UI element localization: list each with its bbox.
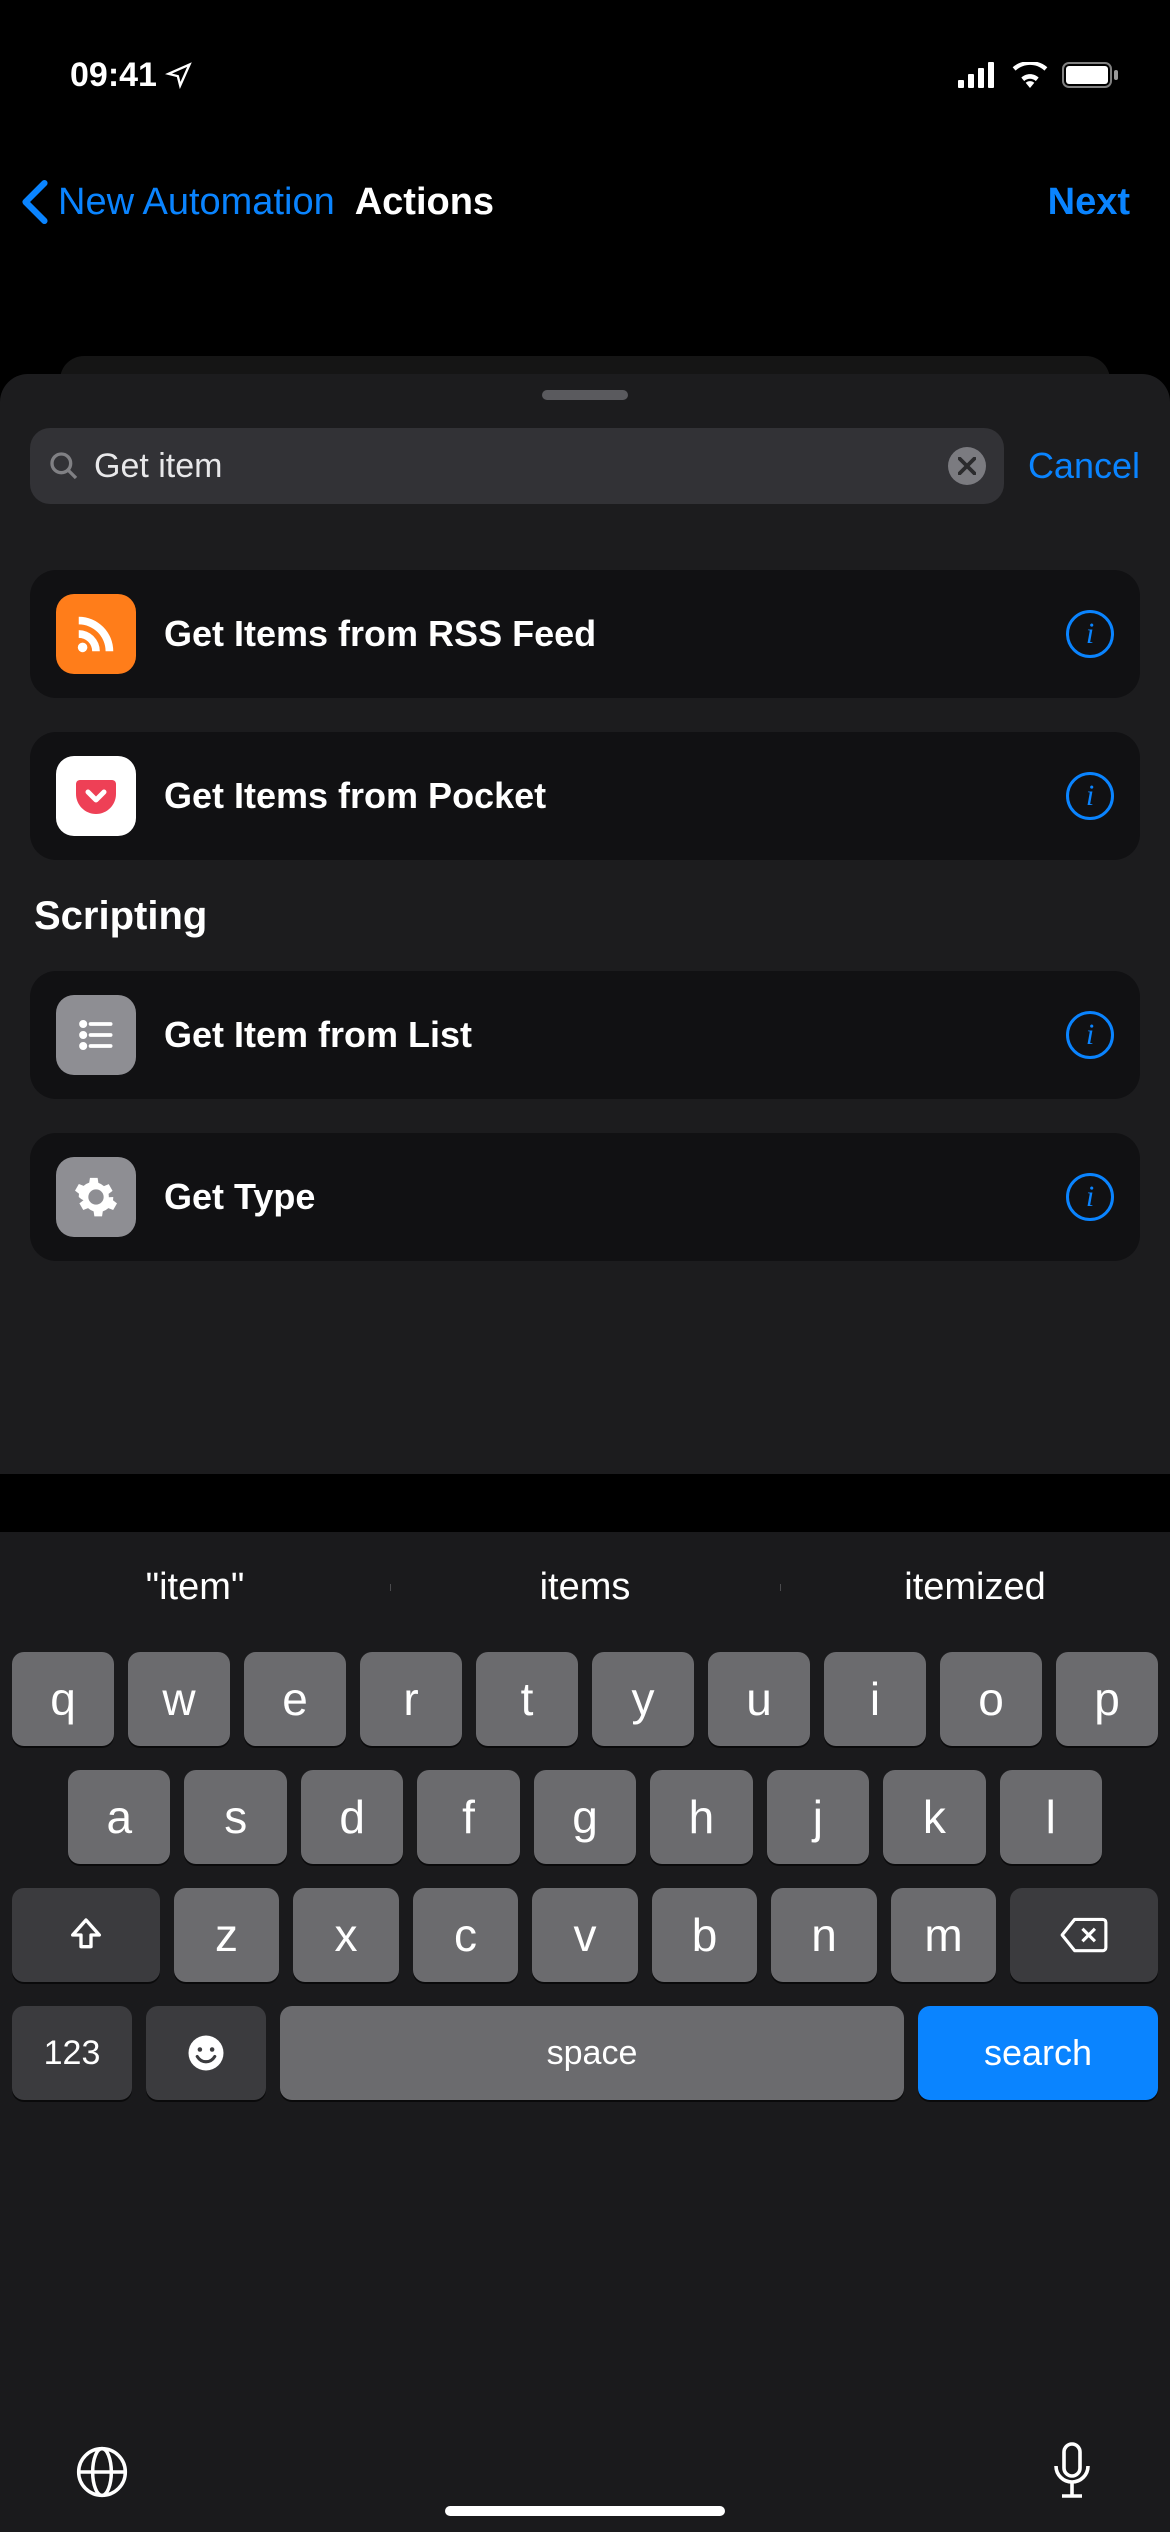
page-title: Actions xyxy=(355,181,494,224)
key-j[interactable]: j xyxy=(767,1770,869,1864)
search-icon xyxy=(48,450,80,482)
emoji-key[interactable] xyxy=(146,2006,266,2100)
key-q[interactable]: q xyxy=(12,1652,114,1746)
key-u[interactable]: u xyxy=(708,1652,810,1746)
list-icon xyxy=(56,995,136,1075)
rss-icon xyxy=(56,594,136,674)
key-g[interactable]: g xyxy=(534,1770,636,1864)
action-label: Get Item from List xyxy=(164,1014,1066,1056)
action-label: Get Type xyxy=(164,1176,1066,1218)
info-button[interactable]: i xyxy=(1066,1173,1114,1221)
key-n[interactable]: n xyxy=(771,1888,877,1982)
location-arrow-icon xyxy=(165,61,193,89)
sheet-grabber[interactable] xyxy=(542,390,628,400)
suggestion-2[interactable]: items xyxy=(390,1566,780,1609)
status-icons xyxy=(958,62,1120,88)
key-x[interactable]: x xyxy=(293,1888,399,1982)
key-p[interactable]: p xyxy=(1056,1652,1158,1746)
action-label: Get Items from RSS Feed xyxy=(164,613,1066,655)
section-header-scripting: Scripting xyxy=(34,894,1136,939)
key-o[interactable]: o xyxy=(940,1652,1042,1746)
suggestion-3[interactable]: itemized xyxy=(780,1566,1170,1609)
actions-sheet: Cancel Get Items from RSS Feed i Get Ite… xyxy=(0,374,1170,1474)
status-bar: 09:41 xyxy=(0,0,1170,120)
info-button[interactable]: i xyxy=(1066,1011,1114,1059)
key-r[interactable]: r xyxy=(360,1652,462,1746)
nav-bar: New Automation Actions Next xyxy=(0,120,1170,264)
action-row-pocket[interactable]: Get Items from Pocket i xyxy=(30,732,1140,860)
gear-icon xyxy=(56,1157,136,1237)
back-label: New Automation xyxy=(58,181,335,224)
suggestion-bar: "item" items itemized xyxy=(0,1532,1170,1642)
action-row-get-item-from-list[interactable]: Get Item from List i xyxy=(30,971,1140,1099)
clear-search-button[interactable] xyxy=(948,447,986,485)
key-t[interactable]: t xyxy=(476,1652,578,1746)
shift-icon xyxy=(66,1915,106,1955)
chevron-left-icon xyxy=(20,180,50,224)
suggestion-1[interactable]: "item" xyxy=(0,1566,390,1609)
next-button[interactable]: Next xyxy=(1048,181,1130,224)
key-e[interactable]: e xyxy=(244,1652,346,1746)
key-y[interactable]: y xyxy=(592,1652,694,1746)
action-label: Get Items from Pocket xyxy=(164,775,1066,817)
key-h[interactable]: h xyxy=(650,1770,752,1864)
key-d[interactable]: d xyxy=(301,1770,403,1864)
key-f[interactable]: f xyxy=(417,1770,519,1864)
info-button[interactable]: i xyxy=(1066,772,1114,820)
home-indicator[interactable] xyxy=(445,2506,725,2516)
search-key[interactable]: search xyxy=(918,2006,1158,2100)
key-a[interactable]: a xyxy=(68,1770,170,1864)
key-w[interactable]: w xyxy=(128,1652,230,1746)
cellular-icon xyxy=(958,62,998,88)
dictation-icon[interactable] xyxy=(1048,2442,1096,2502)
status-time: 09:41 xyxy=(70,56,193,95)
backspace-icon xyxy=(1059,1916,1109,1954)
key-s[interactable]: s xyxy=(184,1770,286,1864)
key-l[interactable]: l xyxy=(1000,1770,1102,1864)
x-icon xyxy=(958,457,976,475)
backspace-key[interactable] xyxy=(1010,1888,1158,1982)
wifi-icon xyxy=(1012,62,1048,88)
clock-text: 09:41 xyxy=(70,56,157,95)
action-row-rss[interactable]: Get Items from RSS Feed i xyxy=(30,570,1140,698)
key-z[interactable]: z xyxy=(174,1888,280,1982)
space-key[interactable]: space xyxy=(280,2006,904,2100)
key-c[interactable]: c xyxy=(413,1888,519,1982)
battery-icon xyxy=(1062,62,1120,88)
search-field[interactable] xyxy=(30,428,1004,504)
action-row-get-type[interactable]: Get Type i xyxy=(30,1133,1140,1261)
key-b[interactable]: b xyxy=(652,1888,758,1982)
key-k[interactable]: k xyxy=(883,1770,985,1864)
back-button[interactable]: New Automation xyxy=(20,180,335,224)
emoji-icon xyxy=(185,2032,227,2074)
info-button[interactable]: i xyxy=(1066,610,1114,658)
numbers-key[interactable]: 123 xyxy=(12,2006,132,2100)
shift-key[interactable] xyxy=(12,1888,160,1982)
key-v[interactable]: v xyxy=(532,1888,638,1982)
key-i[interactable]: i xyxy=(824,1652,926,1746)
cancel-button[interactable]: Cancel xyxy=(1028,445,1140,487)
pocket-icon xyxy=(56,756,136,836)
keyboard: "item" items itemized qwertyuiop asdfghj… xyxy=(0,1532,1170,2532)
globe-icon[interactable] xyxy=(74,2444,130,2500)
search-input[interactable] xyxy=(94,447,948,486)
key-m[interactable]: m xyxy=(891,1888,997,1982)
